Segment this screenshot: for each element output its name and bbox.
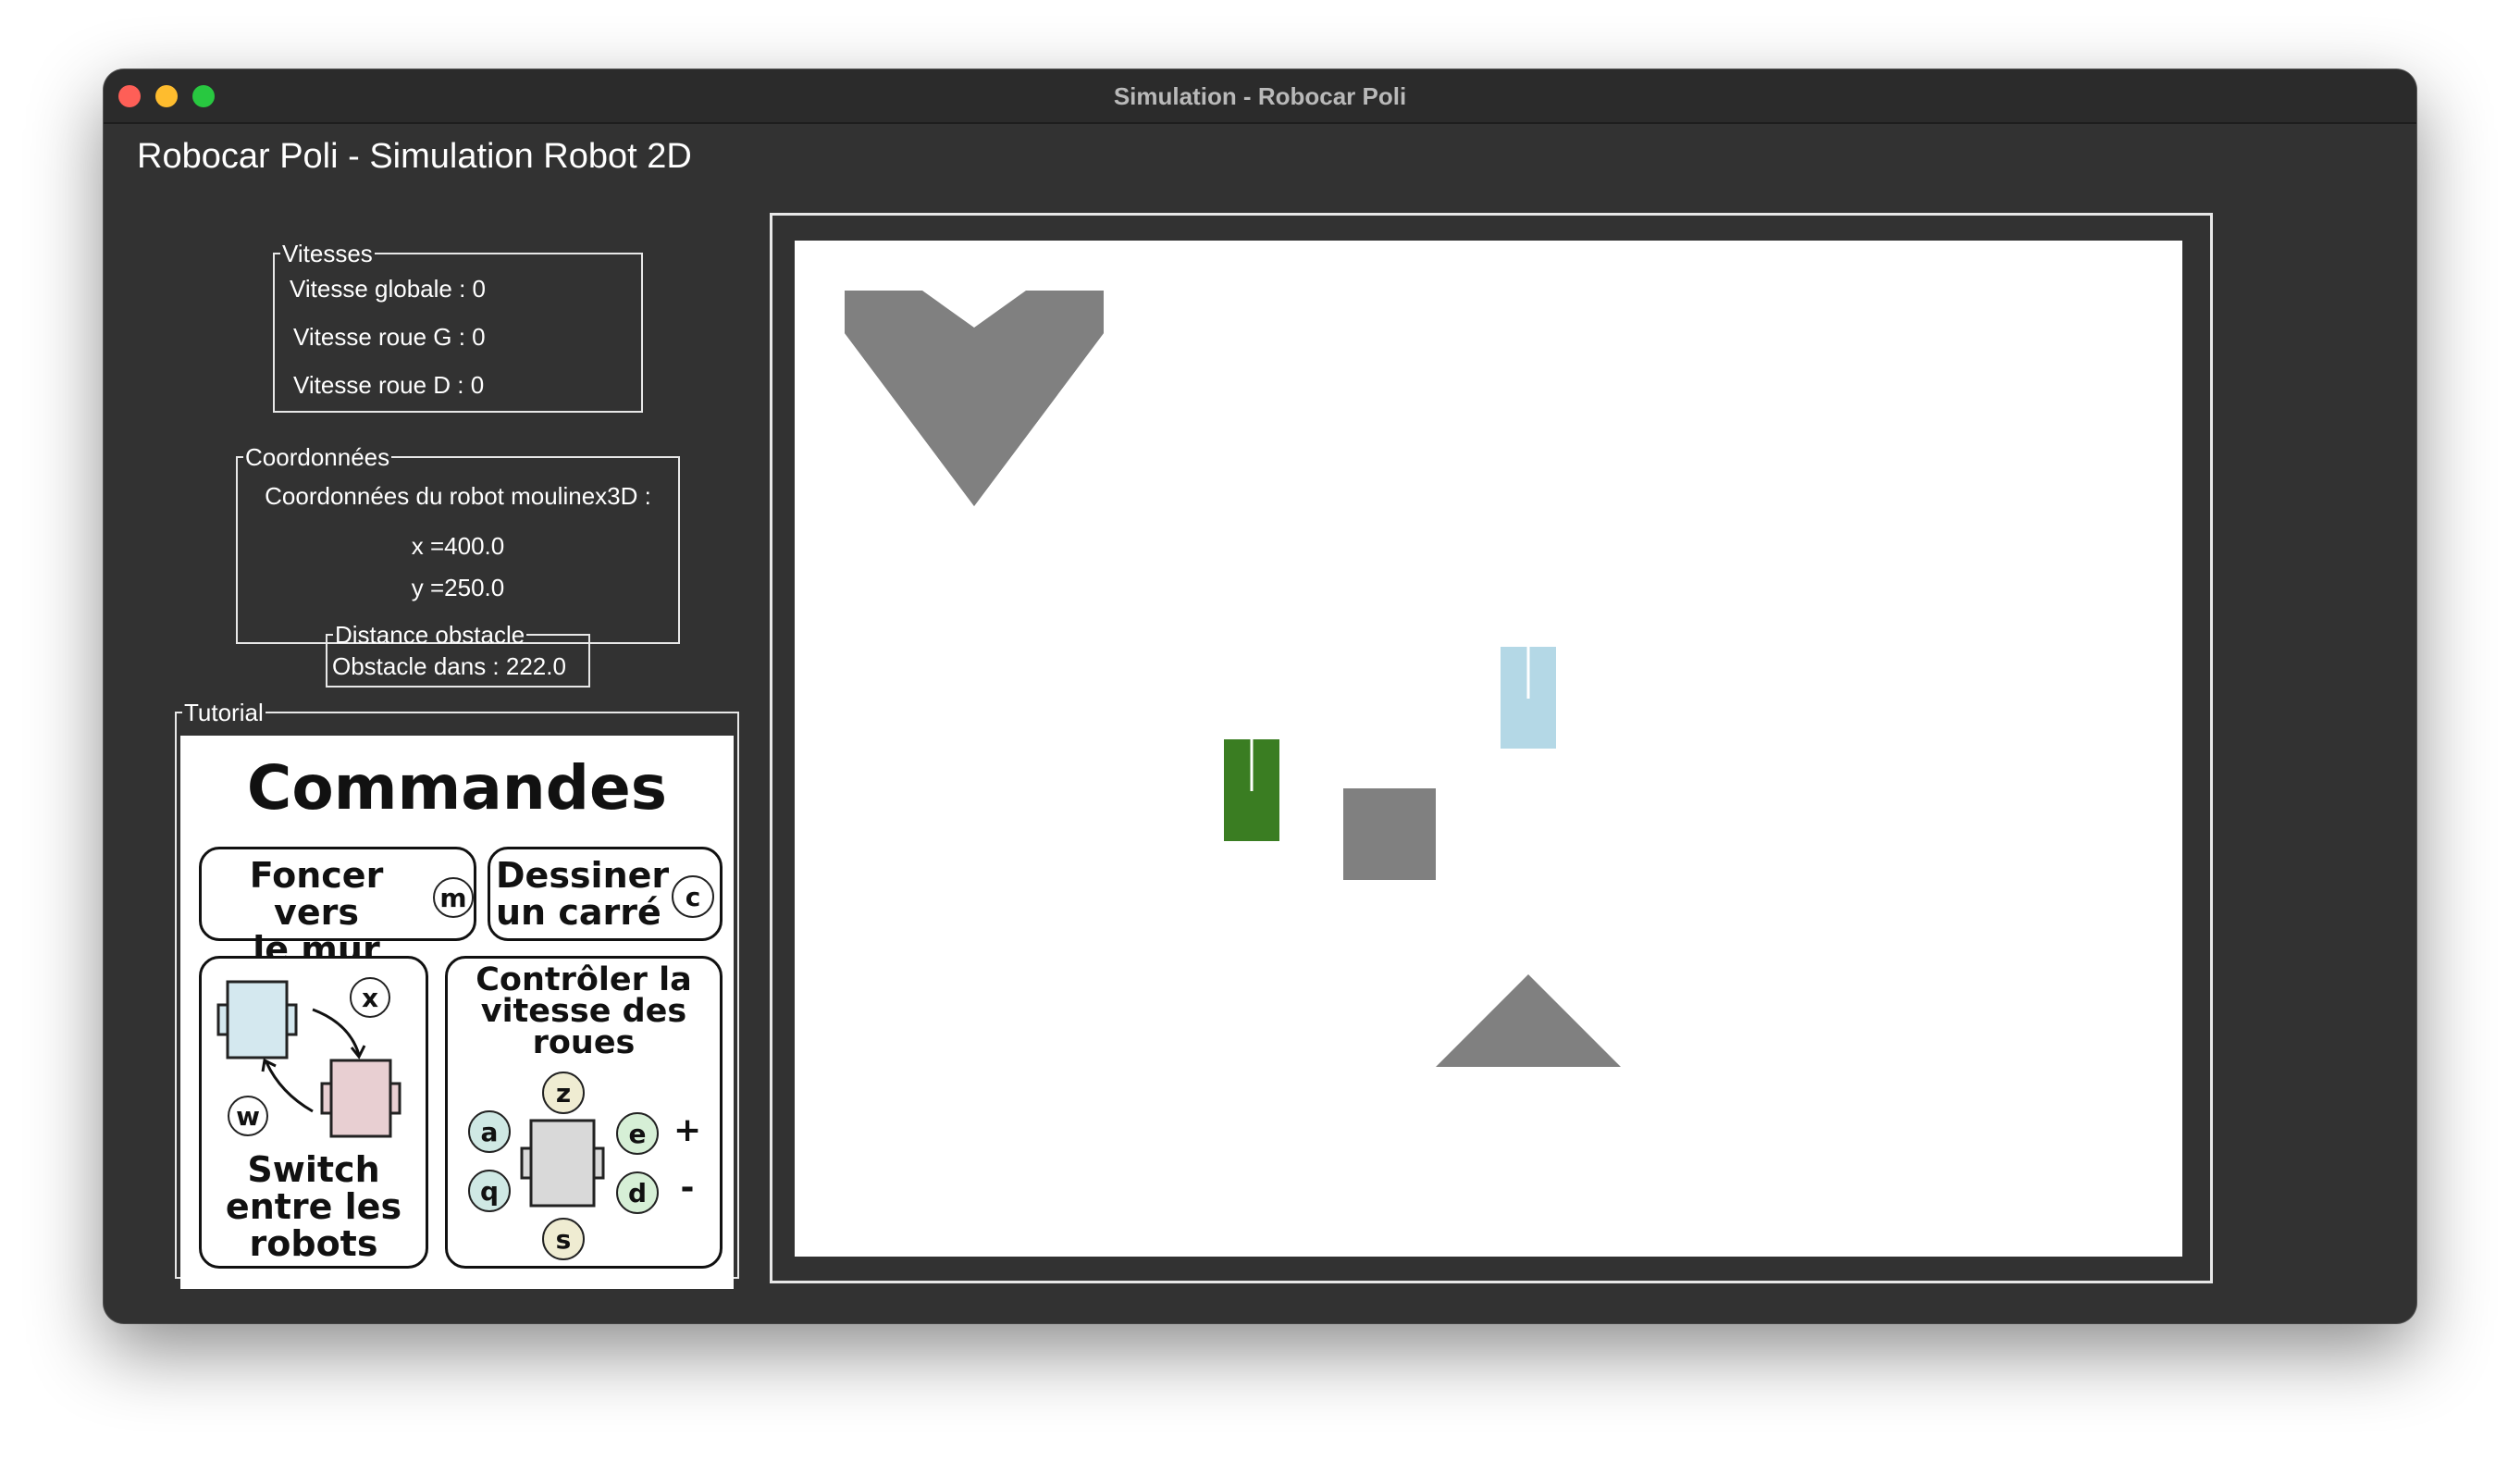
- key-s-icon: s: [542, 1218, 585, 1260]
- simulation-scene: [845, 291, 1621, 1067]
- tutorial-card: Commandes Foncer vers le mur m Dessiner …: [180, 736, 734, 1289]
- switch-line2: entre les: [225, 1186, 402, 1227]
- app-heading: Robocar Poli - Simulation Robot 2D: [137, 137, 692, 176]
- title-bar[interactable]: Simulation - Robocar Poli: [104, 69, 2416, 124]
- tutorial-legend: Tutorial: [184, 699, 264, 726]
- coord-y-label: y =250.0: [411, 574, 505, 601]
- coord-x-label: x =400.0: [411, 532, 505, 560]
- speed-control-card: Contrôler la vitesse des roues z a q e d…: [445, 956, 723, 1269]
- square-command-line2: un carré: [496, 892, 661, 933]
- wall-command-card: Foncer vers le mur m: [199, 847, 476, 968]
- distance-value: Obstacle dans : 222.0: [332, 652, 566, 680]
- triangle-obstacle: [1436, 974, 1621, 1067]
- vitesse-globale-label: Vitesse globale : 0: [290, 275, 486, 303]
- key-z-icon: z: [542, 1072, 585, 1114]
- key-q-icon: q: [468, 1170, 511, 1212]
- key-x-icon: x: [350, 977, 390, 1018]
- square-obstacle: [1343, 788, 1436, 880]
- minus-sign: -: [680, 1169, 695, 1207]
- coordonnees-legend: Coordonnées: [245, 443, 390, 471]
- key-a-icon: a: [468, 1110, 511, 1153]
- vitesses-legend: Vitesses: [282, 240, 373, 267]
- heart-obstacle-fix: [845, 291, 1104, 506]
- coordonnees-heading: Coordonnées du robot moulinex3D :: [265, 482, 651, 510]
- simulation-canvas[interactable]: [795, 241, 2182, 1257]
- vitesse-roue-d-label: Vitesse roue D : 0: [293, 371, 485, 399]
- tutorial-panel: Tutorial Commandes Foncer vers le mur m …: [175, 699, 739, 1289]
- switch-line3: robots: [249, 1223, 378, 1264]
- key-c-icon: c: [672, 875, 714, 918]
- key-w-icon: w: [228, 1096, 268, 1136]
- app-window: Simulation - Robocar Poli Robocar Poli -…: [104, 69, 2416, 1323]
- commands-title: Commandes: [246, 752, 668, 824]
- key-m-icon: m: [433, 877, 474, 918]
- distance-legend: Distance obstacle: [335, 621, 525, 649]
- key-e-icon: e: [616, 1112, 659, 1155]
- switch-robots-card: x w Switch entre les robots: [199, 956, 428, 1269]
- wall-command-line1: Foncer vers: [249, 855, 384, 933]
- vitesse-roue-g-label: Vitesse roue G : 0: [293, 323, 486, 351]
- square-command-card: Dessiner un carré c: [488, 847, 723, 941]
- plus-sign: +: [673, 1111, 702, 1149]
- switch-line1: Switch: [247, 1149, 380, 1190]
- square-command-line1: Dessiner: [496, 855, 670, 896]
- window-title: Simulation - Robocar Poli: [1113, 82, 1407, 110]
- key-d-icon: d: [616, 1171, 659, 1214]
